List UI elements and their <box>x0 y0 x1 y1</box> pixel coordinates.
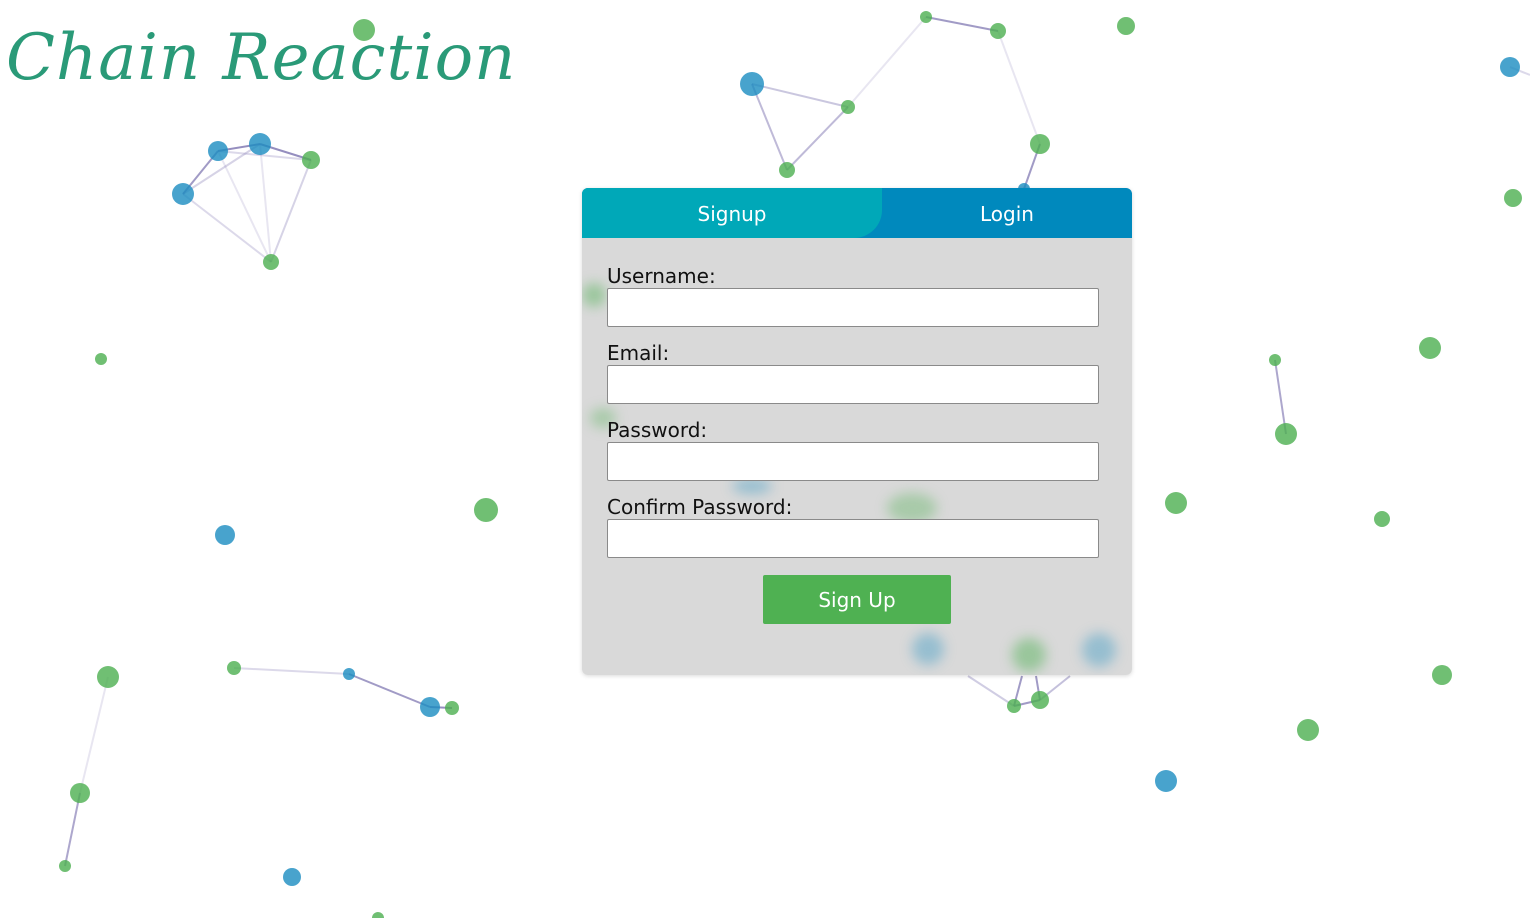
network-node <box>1117 17 1135 35</box>
network-edge <box>64 792 81 867</box>
password-field[interactable] <box>607 442 1099 481</box>
username-label: Username: <box>607 264 716 288</box>
network-edge <box>751 83 849 108</box>
network-node <box>1155 770 1177 792</box>
network-node <box>172 183 194 205</box>
username-field[interactable] <box>607 288 1099 327</box>
network-node <box>70 783 90 803</box>
network-node <box>1030 134 1050 154</box>
network-node <box>343 668 355 680</box>
blurred-node <box>912 633 944 665</box>
network-node <box>1269 354 1281 366</box>
network-node <box>1500 57 1520 77</box>
blurred-node <box>1082 633 1116 667</box>
network-node <box>208 141 228 161</box>
network-node <box>263 254 279 270</box>
network-node <box>474 498 498 522</box>
network-node <box>1007 699 1021 713</box>
network-edge <box>233 667 350 675</box>
network-edge <box>182 193 272 263</box>
network-node <box>1432 665 1452 685</box>
network-node <box>283 868 301 886</box>
network-node <box>420 697 440 717</box>
network-edge <box>925 16 999 32</box>
network-node <box>990 23 1006 39</box>
network-node <box>97 666 119 688</box>
network-edge <box>1274 359 1287 435</box>
network-node <box>372 912 384 918</box>
app-title: Chain Reaction <box>6 21 517 95</box>
network-node <box>1419 337 1441 359</box>
network-node <box>1031 691 1049 709</box>
network-edge <box>79 676 109 794</box>
tab-login[interactable]: Login <box>882 188 1132 238</box>
network-edge <box>751 83 788 171</box>
network-node <box>920 11 932 23</box>
network-node <box>215 525 235 545</box>
network-node <box>740 72 764 96</box>
network-node <box>1504 189 1522 207</box>
email-field[interactable] <box>607 365 1099 404</box>
confirm-password-field[interactable] <box>607 519 1099 558</box>
page: Chain Reaction Signup Login Username: Em… <box>0 0 1530 918</box>
network-edge <box>270 159 312 263</box>
password-label: Password: <box>607 418 708 442</box>
network-node <box>779 162 795 178</box>
network-node <box>95 353 107 365</box>
network-node <box>302 151 320 169</box>
network-edge <box>847 16 927 108</box>
network-node <box>1297 719 1319 741</box>
blurred-node <box>582 283 606 307</box>
network-edge <box>967 675 1015 707</box>
sign-up-button[interactable]: Sign Up <box>763 575 951 624</box>
network-node <box>1165 492 1187 514</box>
network-node <box>59 860 71 872</box>
network-node <box>249 133 271 155</box>
confirm-password-label: Confirm Password: <box>607 495 793 519</box>
network-edge <box>997 30 1041 145</box>
blurred-node <box>1012 638 1046 672</box>
signup-form: Username: Email: Password: Confirm Passw… <box>607 264 1099 572</box>
network-node <box>1275 423 1297 445</box>
network-node <box>445 701 459 715</box>
network-node <box>841 100 855 114</box>
auth-tabs: Signup Login <box>582 188 1132 238</box>
network-node <box>1374 511 1390 527</box>
network-edge <box>348 673 431 708</box>
auth-panel: Signup Login Username: Email: Password: … <box>582 188 1132 675</box>
network-node <box>227 661 241 675</box>
network-edge <box>786 106 849 171</box>
tab-signup[interactable]: Signup <box>582 188 882 238</box>
email-label: Email: <box>607 341 670 365</box>
